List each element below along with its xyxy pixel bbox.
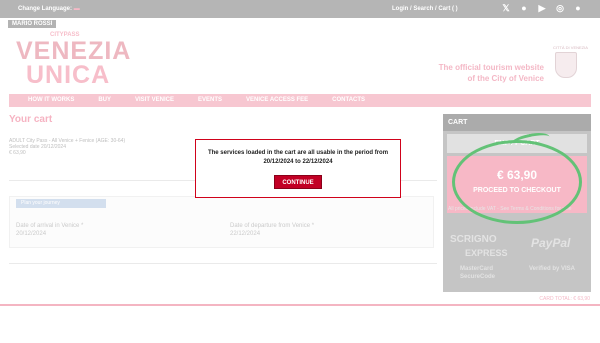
instagram-icon[interactable]: ◎ xyxy=(554,2,566,14)
facebook-icon[interactable]: ● xyxy=(518,2,530,14)
footer-divider xyxy=(0,304,600,306)
top-bar: Change Language: ▬ Login / Search / Cart… xyxy=(0,0,600,18)
x-icon[interactable]: 𝕏 xyxy=(500,2,512,14)
language-flag-icon[interactable]: ▬ xyxy=(74,6,80,12)
pinterest-icon[interactable]: ● xyxy=(572,2,584,14)
continue-button[interactable]: CONTINUE xyxy=(274,175,322,189)
youtube-icon[interactable]: ▶ xyxy=(536,2,548,14)
cart-notice-modal: The services loaded in the cart are all … xyxy=(195,139,401,198)
modal-message: The services loaded in the cart are all … xyxy=(207,150,389,165)
change-language[interactable]: Change Language: ▬ xyxy=(18,6,80,12)
change-language-label: Change Language: xyxy=(18,6,73,12)
top-links[interactable]: Login / Search / Cart ( ) xyxy=(392,6,458,12)
social-links: 𝕏 ● ▶ ◎ ● xyxy=(500,2,584,14)
